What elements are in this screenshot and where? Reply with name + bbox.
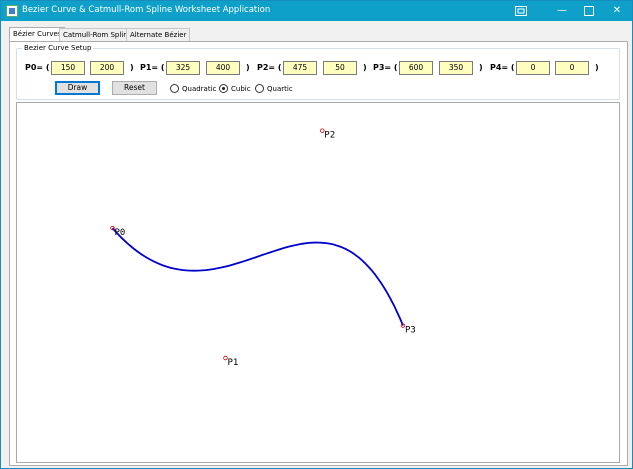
p4-label: P4= ( (490, 63, 515, 72)
p0-y-input[interactable]: 200 (90, 61, 124, 75)
title-bar: Bezier Curve & Catmull-Rom Spline Worksh… (1, 1, 632, 21)
group-title: Bezier Curve Setup (22, 44, 94, 53)
window-title: Bezier Curve & Catmull-Rom Spline Worksh… (22, 5, 271, 15)
control-point-label-p3: P3 (405, 326, 416, 336)
reset-button[interactable]: Reset (112, 81, 157, 95)
p0-x-input[interactable]: 150 (51, 61, 85, 75)
minimize-icon[interactable]: — (548, 1, 576, 21)
tab-bezier-curves[interactable]: Bézier Curves (9, 27, 66, 42)
p1-y-input[interactable]: 400 (206, 61, 240, 75)
drawing-canvas[interactable]: P0 P1 P2 P3 (16, 102, 620, 463)
bezier-setup-group: Bezier Curve Setup P0= ( 150 200 ) P1= (… (16, 44, 620, 100)
cubic-label: Cubic (231, 85, 251, 93)
p1-label: P1= ( (140, 63, 165, 72)
tab-page-bezier: Bezier Curve Setup P0= ( 150 200 ) P1= (… (9, 41, 628, 466)
p4-close-paren: ) (595, 63, 599, 72)
p2-y-input[interactable]: 50 (323, 61, 357, 75)
p2-x-input[interactable]: 475 (283, 61, 317, 75)
p2-label: P2= ( (257, 63, 282, 72)
p3-label: P3= ( (373, 63, 398, 72)
p3-y-input[interactable]: 350 (439, 61, 473, 75)
quadratic-label: Quadratic (182, 85, 217, 93)
draw-button[interactable]: Draw (55, 81, 100, 95)
cubic-radio[interactable] (219, 84, 228, 93)
app-icon (6, 5, 18, 17)
quartic-label: Quartic (267, 85, 293, 93)
curve-plot: P0 P1 P2 P3 (110, 128, 416, 368)
control-point-label-p0: P0 (114, 228, 125, 238)
p4-x-input[interactable]: 0 (516, 61, 550, 75)
p3-x-input[interactable]: 600 (399, 61, 433, 75)
quartic-radio[interactable] (255, 84, 264, 93)
p1-close-paren: ) (246, 63, 250, 72)
quadratic-radio[interactable] (170, 84, 179, 93)
control-point-label-p2: P2 (324, 131, 335, 141)
p0-label: P0= ( (25, 63, 50, 72)
p1-x-input[interactable]: 325 (166, 61, 200, 75)
control-point-label-p1: P1 (227, 358, 238, 368)
p2-close-paren: ) (363, 63, 367, 72)
p0-close-paren: ) (130, 63, 134, 72)
tab-alternate-bezier[interactable]: Alternate Bézier (126, 28, 191, 41)
bezier-curve (111, 227, 404, 326)
maximize-icon[interactable] (575, 1, 603, 21)
p3-close-paren: ) (479, 63, 483, 72)
restore-icon[interactable] (507, 1, 535, 21)
close-icon[interactable]: ✕ (603, 1, 631, 21)
p4-y-input[interactable]: 0 (555, 61, 589, 75)
app-window: Bezier Curve & Catmull-Rom Spline Worksh… (0, 0, 633, 469)
